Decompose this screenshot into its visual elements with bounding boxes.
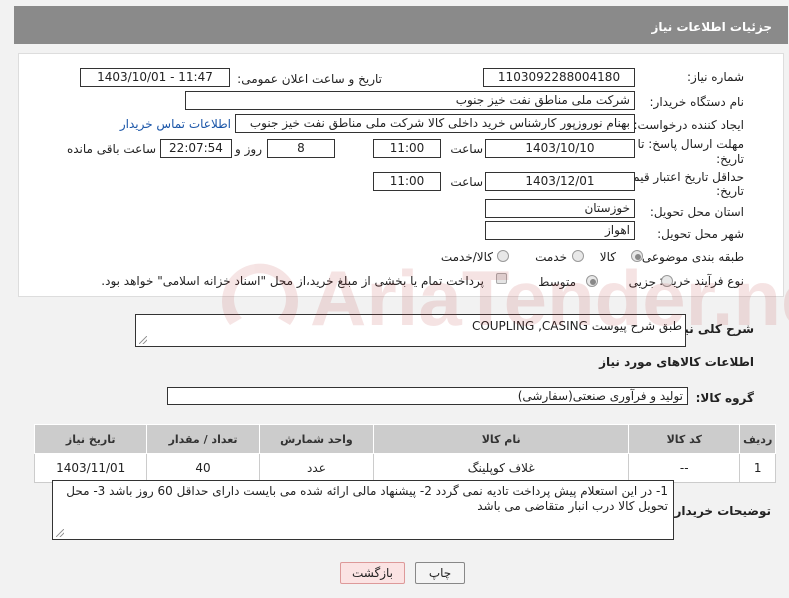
remaining-time-label: ساعت باقی مانده [66, 142, 156, 156]
goods-section-title: اطلاعات کالاهای مورد نیاز [599, 355, 754, 369]
process-radio-minor[interactable] [661, 275, 673, 287]
goods-table-header: ردیف کد کالا نام کالا واحد شمارش تعداد /… [33, 424, 776, 454]
deadline-time-field: 11:00 [373, 139, 441, 158]
resize-grip-icon [56, 529, 64, 537]
col-code: کد کالا [628, 424, 741, 454]
category-option-goods-service: کالا/خدمت [440, 250, 493, 264]
col-row: ردیف [739, 424, 776, 454]
buyer-org-field: شرکت ملی مناطق نفت خیز جنوب [185, 91, 635, 110]
col-date: تاریخ نیاز [33, 424, 148, 454]
goods-group-label: گروه کالا: [695, 391, 754, 405]
category-radio-goods-service[interactable] [497, 250, 509, 262]
cell-code: -- [628, 453, 741, 483]
buyer-notes-textarea: 1- در این استعلام پیش پرداخت تادیه نمی گ… [52, 480, 674, 540]
deadline-label-date: تاریخ: [716, 152, 744, 166]
deadline-date-field: 1403/10/10 [485, 139, 635, 158]
city-label: شهر محل تحویل: [657, 227, 744, 241]
category-radio-service[interactable] [572, 250, 584, 262]
announce-label: تاریخ و ساعت اعلان عمومی: [237, 72, 382, 86]
col-qty: تعداد / مقدار [146, 424, 260, 454]
payment-note: پرداخت تمام یا بخشی از مبلغ خرید،از محل … [101, 274, 484, 288]
remaining-time-field: 22:07:54 [160, 139, 232, 158]
page-header: جزئیات اطلاعات نیاز [14, 6, 788, 44]
buyer-notes-text: 1- در این استعلام پیش پرداخت تادیه نمی گ… [66, 484, 668, 513]
cell-date: 1403/11/01 [33, 453, 148, 483]
col-unit: واحد شمارش [258, 424, 375, 454]
requester-field: بهنام نوروزپور کارشناس خرید داخلی کالا ش… [235, 114, 635, 133]
province-field: خوزستان [485, 199, 635, 218]
process-radio-medium[interactable] [586, 275, 598, 287]
cell-unit: عدد [258, 453, 375, 483]
buyer-notes-label: توضیحات خریدار: [669, 504, 771, 518]
city-field: اهواز [485, 221, 635, 240]
validity-time-field: 11:00 [373, 172, 441, 191]
table-row: 1 -- غلاف کوپلینگ عدد 40 1403/11/01 [33, 453, 776, 483]
announce-datetime-value: 1403/10/01 - 11:47 [97, 70, 213, 84]
category-label: طبقه بندی موضوعی: [637, 250, 744, 264]
buyer-org-label: نام دستگاه خریدار: [649, 95, 745, 109]
announce-datetime-field: 1403/10/01 - 11:47 [80, 68, 230, 87]
cell-qty: 40 [146, 453, 260, 483]
validity-date-field: 1403/12/01 [485, 172, 635, 191]
deadline-label: مهلت ارسال پاسخ: تا [637, 137, 744, 151]
resize-grip-icon [139, 336, 147, 344]
col-name: نام کالا [373, 424, 630, 454]
need-number-field: 1103092288004180 [483, 68, 635, 87]
category-option-goods: کالا [599, 250, 616, 264]
cell-row: 1 [739, 453, 776, 483]
validity-time-label: ساعت [450, 175, 483, 189]
print-button[interactable]: چاپ [415, 562, 465, 584]
goods-table: ردیف کد کالا نام کالا واحد شمارش تعداد /… [33, 424, 776, 483]
category-option-service: خدمت [535, 250, 567, 264]
days-label: روز و [235, 142, 262, 156]
validity-label-date: تاریخ: [716, 184, 744, 198]
goods-group-field: تولید و فرآوری صنعتی(سفارشی) [167, 387, 688, 405]
description-textarea: COUPLING ,CASING طبق شرح پیوست [135, 314, 686, 347]
category-radio-goods[interactable] [631, 250, 643, 262]
days-remaining-field: 8 [267, 139, 335, 158]
need-number-label: شماره نیاز: [687, 70, 744, 84]
treasury-checkbox[interactable] [496, 273, 507, 284]
description-text: COUPLING ,CASING طبق شرح پیوست [471, 319, 682, 333]
cell-name: غلاف کوپلینگ [373, 453, 630, 483]
back-button[interactable]: بازگشت [340, 562, 405, 584]
requester-label: ایجاد کننده درخواست: [633, 118, 744, 132]
process-option-medium: متوسط [538, 275, 576, 289]
buyer-contact-link[interactable]: اطلاعات تماس خریدار [120, 117, 231, 131]
deadline-time-label: ساعت [450, 142, 483, 156]
province-label: استان محل تحویل: [649, 205, 744, 219]
process-option-minor: جزیی [628, 275, 656, 289]
